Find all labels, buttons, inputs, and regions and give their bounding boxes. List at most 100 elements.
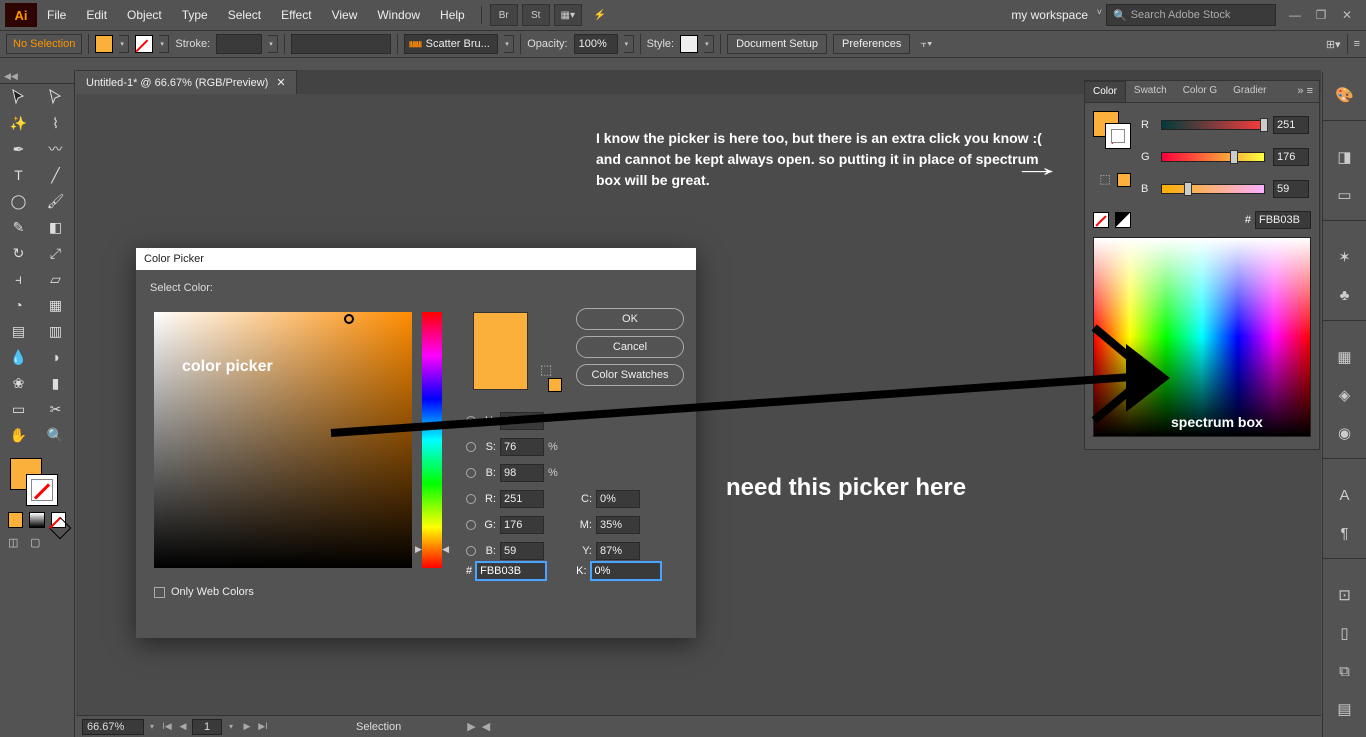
stroke-swatch-icon[interactable] (26, 474, 58, 506)
paragraph-panel-icon[interactable]: ¶ (1332, 520, 1358, 546)
eraser-tool-icon[interactable]: ◧ (37, 214, 74, 240)
s-input[interactable] (500, 438, 544, 456)
c-input[interactable] (596, 490, 640, 508)
slice-tool-icon[interactable]: ✂ (37, 396, 74, 422)
menu-effect[interactable]: Effect (271, 4, 321, 26)
stroke-dropdown[interactable] (159, 35, 169, 53)
b-input[interactable] (500, 542, 544, 560)
checkbox-icon[interactable] (154, 587, 165, 598)
blend-tool-icon[interactable]: ◑ (37, 344, 74, 370)
pen-tool-icon[interactable]: ✒ (0, 136, 37, 162)
menu-help[interactable]: Help (430, 4, 475, 26)
align-icon[interactable]: ⫟▾ (920, 38, 932, 51)
libraries-panel-icon[interactable]: ▤ (1332, 696, 1358, 722)
color-mode-icon[interactable] (8, 512, 23, 528)
closest-color-swatch[interactable] (1117, 173, 1131, 187)
prev-artboard-icon[interactable]: ◀ (176, 720, 190, 734)
brushes-panel-icon[interactable]: ✶ (1332, 244, 1358, 270)
align-panel-icon[interactable]: ▯ (1332, 620, 1358, 646)
scale-tool-icon[interactable]: ⤢ (37, 240, 74, 266)
symbol-sprayer-tool-icon[interactable]: ❀ (0, 370, 37, 396)
menu-window[interactable]: Window (367, 4, 430, 26)
stroke-weight-dropdown[interactable] (268, 35, 278, 53)
brush-dropdown[interactable] (504, 35, 514, 53)
gpu-icon[interactable]: ⚡ (586, 4, 614, 26)
mesh-tool-icon[interactable]: ▤ (0, 318, 37, 344)
closest-color-swatch[interactable] (548, 378, 562, 392)
r-value-input[interactable] (1273, 116, 1309, 134)
gradient-mode-icon[interactable] (29, 512, 44, 528)
close-button[interactable]: ✕ (1334, 5, 1360, 25)
panel-collapse[interactable]: ◀◀ (0, 70, 74, 84)
bridge-icon[interactable]: Br (490, 4, 518, 26)
draw-mode-icon[interactable]: ◫ (8, 536, 24, 552)
layers-panel-icon[interactable]: ◨ (1332, 144, 1358, 170)
zoom-tool-icon[interactable]: 🔍 (37, 422, 74, 448)
g-slider[interactable] (1161, 152, 1265, 162)
panel-more-icon[interactable]: » ≡ (1291, 81, 1319, 102)
search-input[interactable]: 🔍 Search Adobe Stock (1106, 4, 1276, 26)
s-radio[interactable] (466, 442, 476, 452)
brush-field[interactable]: ⩏⩏Scatter Bru... (404, 34, 498, 54)
first-artboard-icon[interactable]: I◀ (160, 720, 174, 734)
saturation-value-field[interactable]: color picker (154, 312, 412, 568)
stroke-swatch[interactable] (135, 35, 153, 53)
symbols-panel-icon[interactable]: ♣ (1332, 282, 1358, 308)
tab-color[interactable]: Color (1085, 81, 1126, 102)
menu-edit[interactable]: Edit (76, 4, 117, 26)
out-of-gamut-icon[interactable]: ⬚ (1097, 171, 1113, 187)
stroke-weight-field[interactable] (216, 34, 262, 54)
style-swatch[interactable] (680, 35, 698, 53)
type-tool-icon[interactable]: T (0, 162, 37, 188)
g-input[interactable] (500, 516, 544, 534)
stock-icon[interactable]: St (522, 4, 550, 26)
b-value-input[interactable] (1273, 180, 1309, 198)
menu-object[interactable]: Object (117, 4, 172, 26)
graph-tool-icon[interactable]: ▮ (37, 370, 74, 396)
panel-stroke-swatch[interactable] (1105, 123, 1131, 149)
ok-button[interactable]: OK (576, 308, 684, 330)
g-value-input[interactable] (1273, 148, 1309, 166)
artboard-tool-icon[interactable]: ▭ (0, 396, 37, 422)
screen-mode-icon[interactable]: ▢ (30, 536, 46, 552)
artboard-number[interactable]: 1 (192, 719, 222, 735)
g-radio[interactable] (466, 520, 476, 530)
menu-select[interactable]: Select (218, 4, 271, 26)
document-setup-button[interactable]: Document Setup (727, 34, 827, 54)
fill-dropdown[interactable] (119, 35, 129, 53)
transform-icon[interactable]: ⊞▾ (1326, 38, 1341, 51)
menu-type[interactable]: Type (172, 4, 218, 26)
workspace-switcher[interactable]: my workspace (1001, 4, 1106, 26)
b-slider[interactable] (1161, 184, 1265, 194)
arrange-icon[interactable]: ▦▾ (554, 4, 582, 26)
menu-view[interactable]: View (322, 4, 368, 26)
minimize-button[interactable]: — (1282, 5, 1308, 25)
gradient-tool-icon[interactable]: ▥ (37, 318, 74, 344)
magic-wand-tool-icon[interactable]: ✨ (0, 110, 37, 136)
paintbrush-tool-icon[interactable]: 🖌 (37, 188, 74, 214)
stroke-profile-field[interactable] (291, 34, 391, 54)
status-dropdown-icon[interactable]: ▶ (467, 720, 475, 733)
width-tool-icon[interactable]: ⫞ (0, 266, 37, 292)
close-tab-icon[interactable]: ✕ (276, 76, 285, 89)
style-dropdown[interactable] (704, 35, 714, 53)
properties-panel-icon[interactable]: 🎨 (1332, 82, 1358, 108)
tab-color-guide[interactable]: Color G (1175, 81, 1225, 102)
appearance-panel-icon[interactable]: ◉ (1332, 420, 1358, 446)
lasso-tool-icon[interactable]: ⌇ (37, 110, 74, 136)
r-radio[interactable] (466, 494, 476, 504)
bv-input[interactable] (500, 464, 544, 482)
character-panel-icon[interactable]: A (1332, 482, 1358, 508)
opacity-dropdown[interactable] (624, 35, 634, 53)
color-swatches-button[interactable]: Color Swatches (576, 364, 684, 386)
y-input[interactable] (596, 542, 640, 560)
menu-file[interactable]: File (37, 4, 76, 26)
out-of-gamut-icon[interactable]: ⬚ (540, 362, 552, 378)
perspective-tool-icon[interactable]: ▦ (37, 292, 74, 318)
none-mode-icon[interactable] (51, 512, 66, 528)
k-input[interactable] (591, 562, 661, 580)
panel-menu-icon[interactable]: ≡ (1354, 38, 1360, 50)
artboards-panel-icon[interactable]: ▭ (1332, 182, 1358, 208)
preferences-button[interactable]: Preferences (833, 34, 910, 54)
hue-slider[interactable] (422, 312, 442, 568)
